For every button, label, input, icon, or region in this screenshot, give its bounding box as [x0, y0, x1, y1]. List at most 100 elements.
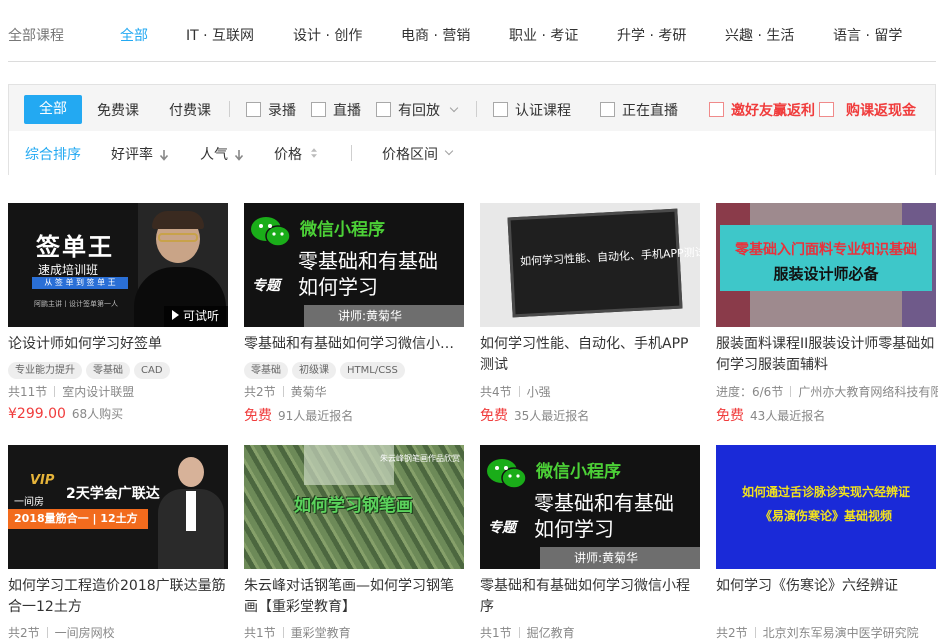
chevron-down-icon[interactable] [444, 146, 454, 156]
course-meta: 共2节 一间房网校 [8, 624, 230, 641]
certified-checkbox[interactable] [493, 102, 508, 117]
course-title[interactable]: 如何学习《伤寒论》六经辨证 [716, 576, 936, 597]
sort-default[interactable]: 综合排序 [25, 144, 81, 164]
course-thumbnail[interactable]: 微信小程序 零基础和有基础 如何学习 专题 讲师:黄菊华 [244, 203, 464, 327]
price-range-dropdown[interactable]: 价格区间 [382, 144, 438, 164]
all-courses-label: 全部课程 [8, 28, 64, 44]
filter-free-button[interactable]: 免费课 [97, 100, 139, 120]
filter-panel: 全部 免费课 付费课 录播 直播 有回放 认证课程 正在直播 邀好友赢返利 购课… [8, 84, 936, 175]
thumb-heading: 微信小程序 [536, 462, 621, 482]
category-tab-design[interactable]: 设计 · 创作 [293, 25, 362, 45]
course-meta: 进度：6/6节广州亦大教育网络科技有限公司 [716, 383, 938, 400]
wechat-icon [487, 459, 527, 489]
course-meta: 共1节 掘亿教育 [480, 624, 702, 641]
course-card[interactable]: 如何通过舌诊脉诊实现六经辨证 《易演伤寒论》基础视频 如何学习《伤寒论》六经辨证… [716, 445, 936, 640]
course-card[interactable]: VIP 一间房 2天学会广联达 2018量筋合一 | 12土方 如何学习工程造价… [8, 445, 230, 641]
lesson-count: 共11节 [8, 385, 48, 399]
cashback-label: 购课返现金 [846, 103, 916, 119]
course-provider[interactable]: 小强 [527, 385, 551, 399]
live-label: 直播 [333, 103, 361, 119]
course-title[interactable]: 如何学习性能、自动化、手机APP测试 [480, 334, 700, 376]
course-card[interactable]: 微信小程序 零基础和有基础 如何学习 专题 讲师:黄菊华 零基础和有基础如何学习… [480, 445, 702, 641]
course-tag: 零基础 [244, 362, 288, 379]
enroll-count: 35人最近报名 [514, 409, 590, 423]
referral-checkbox[interactable] [709, 102, 724, 117]
category-tab-career[interactable]: 职业 · 考证 [509, 25, 578, 45]
recorded-checkbox[interactable] [246, 102, 261, 117]
course-card[interactable]: 签单王 速成培训班 从 签 单 到 签 单 王 阿鹏主讲丨设计签单第一人 可试听… [8, 203, 228, 435]
course-price: 免费 [716, 408, 744, 424]
course-title[interactable]: 如何学习工程造价2018广联达量筋合一12土方 [8, 576, 228, 618]
course-title[interactable]: 服装面料课程II服装设计师零基础如何学习服装面辅料 [716, 334, 936, 376]
thumb-stamp: 专题 [488, 520, 516, 536]
presenter-shirt [186, 491, 196, 531]
course-thumbnail[interactable]: 微信小程序 零基础和有基础 如何学习 专题 讲师:黄菊华 [480, 445, 700, 569]
course-tag: 零基础 [86, 362, 130, 379]
course-tags: 零基础 初级课 HTML/CSS [244, 358, 409, 379]
sort-updown-icon [311, 148, 317, 158]
course-thumbnail[interactable]: 朱云峰钢笔画作品欣赏 如何学习钢笔画 [244, 445, 464, 569]
live-checkbox[interactable] [311, 102, 326, 117]
nav-divider [8, 61, 936, 62]
preview-badge[interactable]: 可试听 [164, 306, 228, 327]
course-meta: 共2节 黄菊华 [244, 383, 466, 400]
filter-divider [229, 101, 230, 117]
course-thumbnail[interactable]: VIP 一间房 2天学会广联达 2018量筋合一 | 12土方 [8, 445, 228, 569]
replay-label: 有回放 [398, 103, 440, 119]
course-thumbnail[interactable]: 签单王 速成培训班 从 签 单 到 签 单 王 阿鹏主讲丨设计签单第一人 可试听 [8, 203, 228, 327]
course-meta: 共1节 重彩堂教育 [244, 624, 466, 641]
course-card[interactable]: 如何学习性能、自动化、手机APP测试 如何学习性能、自动化、手机APP测试 共4… [480, 203, 700, 435]
category-tab-ecommerce[interactable]: 电商 · 营销 [401, 25, 470, 45]
course-thumbnail[interactable]: 零基础入门面料专业知识基础 服装设计师必备 [716, 203, 936, 327]
course-tags: 专业能力提升 零基础 CAD [8, 358, 174, 379]
wechat-icon [251, 217, 291, 247]
course-card[interactable]: 零基础入门面料专业知识基础 服装设计师必备 服装面料课程II服装设计师零基础如何… [716, 203, 938, 435]
category-tab-it-internet[interactable]: IT · 互联网 [186, 25, 254, 45]
presenter-face [178, 457, 204, 487]
course-thumbnail[interactable]: 如何通过舌诊脉诊实现六经辨证 《易演伤寒论》基础视频 [716, 445, 936, 569]
arrow-down-icon [159, 150, 169, 161]
enroll-count: 68人购买 [71, 407, 124, 421]
recorded-label: 录播 [268, 103, 296, 119]
thumb-line1: 零基础和有基础 [298, 249, 438, 273]
filter-all-button[interactable]: 全部 [24, 95, 82, 124]
cashback-checkbox[interactable] [819, 102, 834, 117]
course-card[interactable]: 微信小程序 零基础和有基础 如何学习 专题 讲师:黄菊华 零基础和有基础如何学习… [244, 203, 464, 435]
now-live-checkbox[interactable] [600, 102, 615, 117]
category-tab-exam[interactable]: 升学 · 考研 [617, 25, 686, 45]
thumb-heading: 微信小程序 [300, 220, 385, 240]
course-title[interactable]: 朱云峰对话钢笔画—如何学习钢笔画【重彩堂教育】 [244, 576, 464, 618]
chevron-down-icon[interactable] [449, 103, 459, 113]
course-provider[interactable]: 黄菊华 [291, 385, 327, 399]
certified-label: 认证课程 [515, 103, 571, 119]
course-title[interactable]: 零基础和有基础如何学习微信小程序 [480, 576, 700, 618]
now-live-label: 正在直播 [622, 103, 678, 119]
filter-divider [476, 101, 477, 117]
category-nav: 全部课程 全部 IT · 互联网 设计 · 创作 电商 · 营销 职业 · 考证… [0, 0, 938, 62]
course-title[interactable]: 论设计师如何学习好签单 [8, 334, 228, 355]
progress-text: 进度：6/6节 [716, 385, 784, 399]
category-tab-hobby[interactable]: 兴趣 · 生活 [725, 25, 794, 45]
course-price-row: 免费 91人最近报名 [244, 405, 353, 425]
course-price: 免费 [480, 408, 508, 424]
course-provider[interactable]: 室内设计联盟 [62, 385, 134, 399]
thumb-teacher: 讲师:黄菊华 [304, 305, 464, 327]
course-thumbnail[interactable]: 如何学习性能、自动化、手机APP测试 [480, 203, 700, 327]
course-tag: HTML/CSS [340, 362, 405, 379]
thumb-line1: 零基础和有基础 [534, 491, 674, 515]
sort-rating[interactable]: 好评率 [111, 144, 153, 164]
filter-paid-button[interactable]: 付费课 [169, 100, 211, 120]
category-tab-all[interactable]: 全部 [120, 25, 148, 45]
course-price-row: ¥299.00 68人购买 [8, 405, 123, 422]
course-card[interactable]: 朱云峰钢笔画作品欣赏 如何学习钢笔画 朱云峰对话钢笔画—如何学习钢笔画【重彩堂教… [244, 445, 466, 641]
category-tab-language[interactable]: 语言 · 留学 [833, 25, 902, 45]
arrow-down-icon [234, 150, 244, 161]
course-title[interactable]: 零基础和有基础如何学习微信小程序 [244, 334, 464, 355]
sort-price[interactable]: 价格 [274, 144, 302, 164]
thumb-line2: 《易演伤寒论》基础视频 [759, 509, 892, 523]
play-icon [172, 310, 179, 320]
replay-checkbox[interactable] [376, 102, 391, 117]
sort-popularity[interactable]: 人气 [200, 144, 228, 164]
course-provider[interactable]: 广州亦大教育网络科技有限公司 [798, 385, 938, 399]
thumb-line2: 服装设计师必备 [773, 265, 879, 283]
